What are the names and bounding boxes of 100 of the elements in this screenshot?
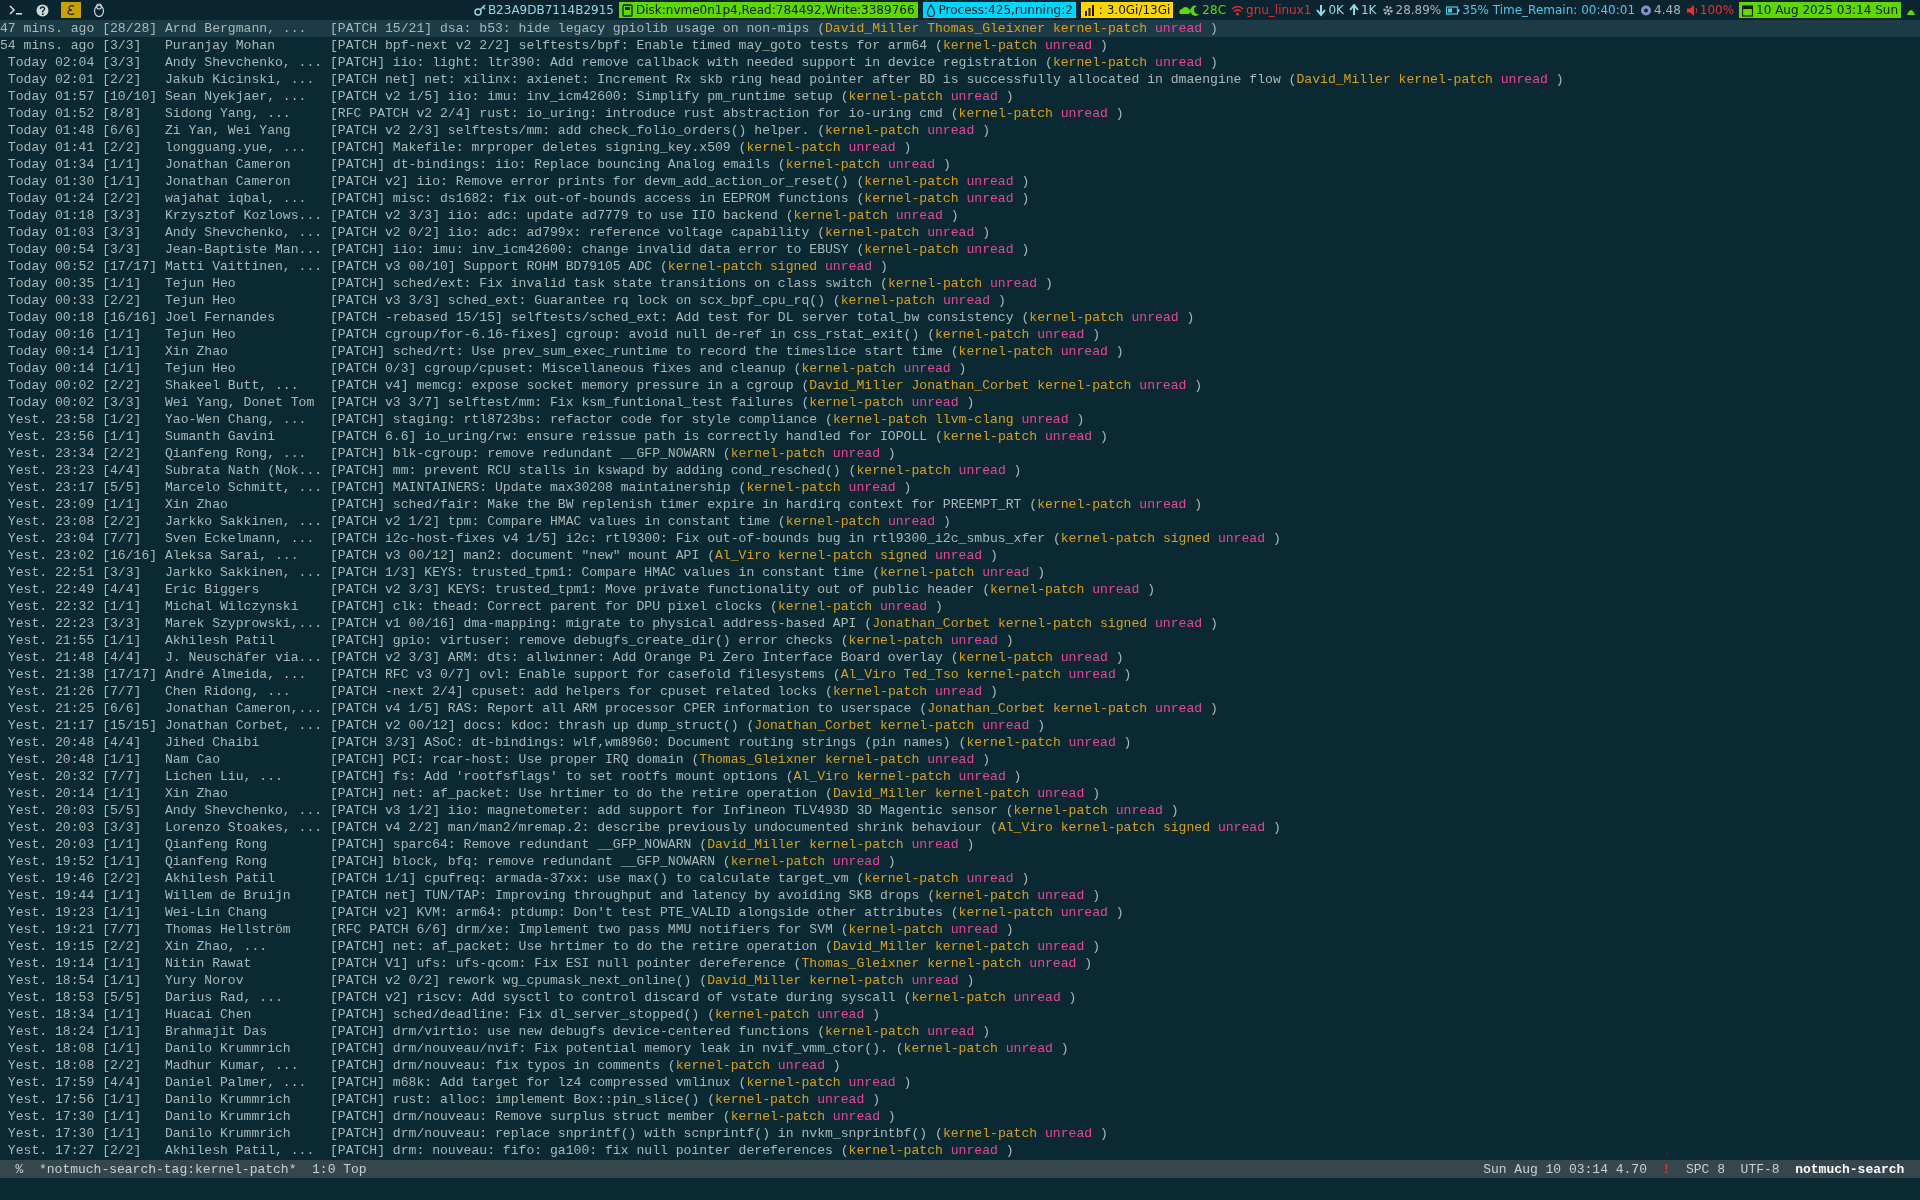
tag-label: Thomas_Gleixner	[699, 751, 818, 768]
thread-row[interactable]: Today 01:30 [1/1] Jonathan Cameron [PATCH v2] iio: Remove error prints for devm_add_action_or_reset() (kernel-patch unread )	[0, 173, 1920, 190]
thread-row[interactable]: Yest. 23:34 [2/2] Qianfeng Rong, ... [PATCH] blk-cgroup: remove redundant __GFP_NOWARN (kernel-patch unread )	[0, 445, 1920, 462]
date-text: Yest. 21:48	[6, 649, 95, 666]
date-text: Yest. 18:53	[6, 989, 95, 1006]
thread-row[interactable]: Yest. 22:51 [3/3] Jarkko Sakkinen, ... [PATCH 1/3] KEYS: trusted_tpm1: Compare HMAC values in constant time (kernel-patch unread )	[0, 564, 1920, 581]
thread-row[interactable]: Yest. 19:46 [2/2] Akhilesh Patil [PATCH 1/1] cpufreq: armada-37xx: use max() to calculate target_vm (kernel-patch unread )	[0, 870, 1920, 887]
thread-row[interactable]: Yest. 17:30 [1/1] Danilo Krummrich [PATCH] drm/nouveau: Remove surplus struct member (kernel-patch unread )	[0, 1108, 1920, 1125]
thread-row[interactable]: Yest. 17:59 [4/4] Daniel Palmer, ... [PATCH] m68k: Add target for lz4 compressed vmlinux (kernel-patch unread )	[0, 1074, 1920, 1091]
paren-text: )	[903, 139, 912, 156]
thread-row[interactable]: Today 01:03 [3/3] Andy Shevchenko, ... [PATCH v2 0/2] iio: adc: ad799x: reference voltage capability (kernel-patch unread )	[0, 224, 1920, 241]
thread-row[interactable]: 54 mins. ago [3/3] Puranjay Mohan [PATCH bpf-next v2 2/2] selftests/bpf: Enable timed may_goto tests for arm64 (kernel-patch unread )	[0, 37, 1920, 54]
paren-text: )	[1210, 20, 1218, 37]
date-text: Yest. 19:44	[6, 887, 95, 904]
thread-row[interactable]: Today 01:18 [3/3] Krzysztof Kozlows... [PATCH v2 3/3] iio: adc: update ad7779 to use IIO backend (kernel-patch unread )	[0, 207, 1920, 224]
tag-label: kernel-patch	[785, 156, 881, 173]
thread-row[interactable]: Yest. 19:23 [1/1] Wei-Lin Chang [PATCH v2] KVM: arm64: ptdump: Don't test PTE_VALID alongside other attributes (kernel-patch unread )	[0, 904, 1920, 921]
thread-row[interactable]: Yest. 19:44 [1/1] Willem de Bruijn [PATCH net] TUN/TAP: Improving throughput and latency by avoiding SKB drops (kernel-patch unread )	[0, 887, 1920, 904]
thread-row[interactable]: Yest. 23:17 [5/5] Marcelo Schmitt, ... [PATCH] MAINTAINERS: Update max30208 maintainership (kernel-patch unread )	[0, 479, 1920, 496]
thread-row[interactable]: Yest. 20:03 [1/1] Qianfeng Rong [PATCH] sparc64: Remove redundant __GFP_NOWARN (David_Miller kernel-patch unread )	[0, 836, 1920, 853]
thread-row[interactable]: Yest. 21:26 [7/7] Chen Ridong, ... [PATCH -next 2/4] cpuset: add helpers for cpuset related locks (kernel-patch unread )	[0, 683, 1920, 700]
thread-row[interactable]: Yest. 23:04 [7/7] Sven Eckelmann, ... [PATCH i2c-host-fixes v4 1/5] i2c: rtl9300: Fix out-of-bounds bug in rtl9300_i2c_smbus_xfer (kernel-patch signed unread )	[0, 530, 1920, 547]
subject-text: [PATCH v3 00/12] man2: document "new" mount API (	[330, 547, 715, 564]
thread-row[interactable]: Yest. 18:34 [1/1] Huacai Chen [PATCH] sched/deadline: Fix dl_server_stopped() (kernel-patch unread )	[0, 1006, 1920, 1023]
thread-row[interactable]: Yest. 21:17 [15/15] Jonathan Corbet, ... [PATCH v2 00/12] docs: kdoc: thrash up dump_struct() (Jonathan_Corbet kernel-patch unread )	[0, 717, 1920, 734]
thread-row[interactable]: Yest. 20:03 [3/3] Lorenzo Stoakes, ... [PATCH v4 2/2] man/man2/mremap.2: describe previously undocumented shrink behaviour (Al_Viro kernel-patch signed unread )	[0, 819, 1920, 836]
thread-row[interactable]: Yest. 23:08 [2/2] Jarkko Sakkinen, ... [PATCH v2 1/2] tpm: Compare HMAC values in constant time (kernel-patch unread )	[0, 513, 1920, 530]
thread-row[interactable]: Yest. 17:27 [2/2] Akhilesh Patil, ... [PATCH] drm: nouveau: fifo: ga100: fix null pointer dereferences (kernel-patch unread )	[0, 1142, 1920, 1159]
paren-text: )	[1210, 54, 1218, 71]
tag-label: unread	[982, 564, 1030, 581]
subject-text: [PATCH net] net: xilinx: axienet: Increment Rx skb ring head pointer after BD is successfully allocated in dmaengine flow (	[330, 71, 1297, 88]
thread-row[interactable]: Today 00:02 [2/2] Shakeel Butt, ... [PATCH v4] memcg: expose socket memory pressure in a cgroup (David_Miller Jonathan_Corbet kernel-patch unread )	[0, 377, 1920, 394]
thread-row[interactable]: Today 01:34 [1/1] Jonathan Cameron [PATCH] dt-bindings: iio: Replace bouncing Analog emails (kernel-patch unread )	[0, 156, 1920, 173]
message-count: [6/6]	[102, 700, 143, 717]
thread-row[interactable]: Yest. 18:53 [5/5] Darius Rad, ... [PATCH v2] riscv: Add sysctl to control discard of vstate during syscall (kernel-patch unread )	[0, 989, 1920, 1006]
thread-row[interactable]: Yest. 23:09 [1/1] Xin Zhao [PATCH] sched/fair: Make the BW replenish timer expire in hardirq context for PREEMPT_RT (kernel-patch unread )	[0, 496, 1920, 513]
thread-row[interactable]: Today 02:01 [2/2] Jakub Kicinski, ... [PATCH net] net: xilinx: axienet: Increment Rx skb ring head pointer after BD is successfully allocated in dmaengine flow (David_Miller kernel-patch unread )	[0, 71, 1920, 88]
thread-row[interactable]: Today 00:14 [1/1] Xin Zhao [PATCH] sched/rt: Use prev_sum_exec_runtime to record the timeslice start time (kernel-patch unread )	[0, 343, 1920, 360]
terminal-icon[interactable]	[8, 4, 24, 16]
thread-row[interactable]: Today 01:48 [6/6] Zi Yan, Wei Yang [PATCH v2 2/3] selftests/mm: add check_folio_orders() helper. (kernel-patch unread )	[0, 122, 1920, 139]
thread-row[interactable]: Yest. 18:54 [1/1] Yury Norov [PATCH v2 0/2] rework wg_cpumask_next_online() (David_Miller kernel-patch unread )	[0, 972, 1920, 989]
thread-row[interactable]: Yest. 21:48 [4/4] J. Neuschäfer via... [PATCH v2 3/3] ARM: dts: allwinner: Add Orange Pi Zero Interface Board overlay (kernel-patch unread )	[0, 649, 1920, 666]
thread-row[interactable]: Today 00:35 [1/1] Tejun Heo [PATCH] sched/ext: Fix invalid task state transitions on class switch (kernel-patch unread )	[0, 275, 1920, 292]
thread-row[interactable]: Yest. 21:38 [17/17] André Almeida, ... [PATCH RFC v3 0/7] ovl: Enable support for casefold filesystems (Al_Viro Ted_Tso kernel-patch unread )	[0, 666, 1920, 683]
thread-row[interactable]: Today 01:52 [8/8] Sidong Yang, ... [RFC PATCH v2 2/4] rust: io_uring: introduce rust abstraction for io-uring cmd (kernel-patch unread )	[0, 105, 1920, 122]
thread-row[interactable]: Yest. 20:48 [1/1] Nam Cao [PATCH] PCI: rcar-host: Use proper IRQ domain (Thomas_Gleixner kernel-patch unread )	[0, 751, 1920, 768]
thread-row[interactable]: Today 00:52 [17/17] Matti Vaittinen, ... [PATCH v3 00/10] Support ROHM BD79105 ADC (kernel-patch signed unread )	[0, 258, 1920, 275]
author-text: Marcelo Schmitt, ...	[165, 479, 324, 496]
thread-row[interactable]: Yest. 19:21 [7/7] Thomas Hellström [RFC PATCH 6/6] drm/xe: Implement two pass MMU notifiers for SVM (kernel-patch unread )	[0, 921, 1920, 938]
thread-row[interactable]: Yest. 20:48 [4/4] Jihed Chaibi [PATCH 3/3] ASoC: dt-bindings: wlf,wm8960: Document routing strings (pin names) (kernel-patch unread )	[0, 734, 1920, 751]
author-text: Madhur Kumar, ...	[165, 1057, 300, 1074]
thread-row[interactable]: Yest. 21:55 [1/1] Akhilesh Patil [PATCH] gpio: virtuser: remove debugfs_create_dir() error checks (kernel-patch unread )	[0, 632, 1920, 649]
paren-text: )	[880, 258, 888, 275]
author-text: Danilo Krummrich	[165, 1040, 292, 1057]
thread-row[interactable]: Today 00:18 [16/16] Joel Fernandes [PATCH -rebased 15/15] selftests/sched_ext: Add test for DL server total_bw consistency (kernel-patch unread )	[0, 309, 1920, 326]
subject-text: [PATCH v3 3/3] sched_ext: Guarantee rq lock on scx_bpf_cpu_rq() (	[330, 292, 841, 309]
date-text: Today 02:04	[6, 54, 95, 71]
thread-row[interactable]: Yest. 19:15 [2/2] Xin Zhao, ... [PATCH] net: af_packet: Use hrtimer to do the retire operation (David_Miller kernel-patch unread )	[0, 938, 1920, 955]
thread-row[interactable]: Today 00:54 [3/3] Jean-Baptiste Man... [PATCH] iio: imu: inv_icm42600: change invalid data error to EBUSY (kernel-patch unread )	[0, 241, 1920, 258]
thread-row[interactable]: Yest. 17:30 [1/1] Danilo Krummrich [PATCH] drm/nouveau: replace snprintf() with scnprintf() in nvkm_snprintbf() (kernel-patch unread )	[0, 1125, 1920, 1142]
thread-row[interactable]: Yest. 22:32 [1/1] Michal Wilczynski [PATCH] clk: thead: Correct parent for DPU pixel clocks (kernel-patch unread )	[0, 598, 1920, 615]
thread-row[interactable]: Yest. 23:58 [1/2] Yao-Wen Chang, ... [PATCH] staging: rtl8723bs: refactor code for style compliance (kernel-patch llvm-clang unread )	[0, 411, 1920, 428]
thread-row[interactable]: Today 01:41 [2/2] longguang.yue, ... [PATCH] Makefile: mrproper deletes signing_key.x509 (kernel-patch unread )	[0, 139, 1920, 156]
tag-label: kernel-patch	[1013, 802, 1108, 819]
thread-row[interactable]: Yest. 20:32 [7/7] Lichen Liu, ... [PATCH] fs: Add 'rootfsflags' to set rootfs mount options (Al_Viro kernel-patch unread )	[0, 768, 1920, 785]
author-text: Thomas Hellström	[165, 921, 292, 938]
thread-row[interactable]: Today 00:16 [1/1] Tejun Heo [PATCH cgroup/for-6.16-fixes] cgroup: avoid null de-ref in css_rstat_exit() (kernel-patch unread )	[0, 326, 1920, 343]
subject-text: [PATCH] sparc64: Remove redundant __GFP_NOWARN (	[330, 836, 708, 853]
thread-row[interactable]: Yest. 20:14 [1/1] Xin Zhao [PATCH] net: af_packet: Use hrtimer to do the retire operation (David_Miller kernel-patch unread )	[0, 785, 1920, 802]
thread-row[interactable]: Yest. 19:52 [1/1] Qianfeng Rong [PATCH] block, bfq: remove redundant __GFP_NOWARN (kernel-patch unread )	[0, 853, 1920, 870]
message-count: [15/15]	[102, 717, 159, 734]
thread-row[interactable]: Yest. 19:14 [1/1] Nitin Rawat [PATCH V1] ufs: ufs-qcom: Fix ESI null pointer dereference (Thomas_Gleixner kernel-patch unread )	[0, 955, 1920, 972]
thread-row[interactable]: Today 00:33 [2/2] Tejun Heo [PATCH v3 3/3] sched_ext: Guarantee rq lock on scx_bpf_cpu_rq() (kernel-patch unread )	[0, 292, 1920, 309]
thread-row[interactable]: Today 00:02 [3/3] Wei Yang, Donet Tom [PATCH v3 3/7] selftest/mm: Fix ksm_funtional_test failures (kernel-patch unread )	[0, 394, 1920, 411]
thread-row[interactable]: Today 02:04 [3/3] Andy Shevchenko, ... [PATCH] iio: light: ltr390: Add remove callback with needed support in device registration (kernel-patch unread )	[0, 54, 1920, 71]
thread-row[interactable]: Yest. 21:25 [6/6] Jonathan Cameron,... [PATCH v4 1/5] RAS: Report all ARM processor CPER information to userspace (Jonathan_Corbet kernel-patch unread )	[0, 700, 1920, 717]
workspace-icon[interactable]	[61, 2, 81, 18]
thread-row[interactable]: Yest. 23:02 [16/16] Aleksa Sarai, ... [PATCH v3 00/12] man2: document "new" mount API (Al_Viro kernel-patch signed unread )	[0, 547, 1920, 564]
date-text: Today 01:41	[6, 139, 95, 156]
message-count: [10/10]	[102, 88, 159, 105]
thread-row[interactable]: Yest. 22:49 [4/4] Eric Biggers [PATCH v2 3/3] KEYS: trusted_tpm1: Move private functionality out of public header (kernel-patch unread )	[0, 581, 1920, 598]
thread-row[interactable]: Yest. 23:56 [1/1] Sumanth Gavini [PATCH 6.6] io_uring/rw: ensure reissue path is correctly handled for IOPOLL (kernel-patch unread )	[0, 428, 1920, 445]
thread-row[interactable]: 47 mins. ago [28/28] Arnd Bergmann, ... [PATCH 15/21] dsa: b53: hide legacy gpiolib usage on non-mips (David_Miller Thomas_Gleixner kernel-patch unread )	[0, 20, 1920, 37]
message-count: [2/2]	[102, 292, 143, 309]
thread-row[interactable]: Today 01:57 [10/10] Sean Nyekjaer, ... [PATCH v2 1/5] iio: imu: inv_icm42600: Simplify pm_runtime setup (kernel-patch unread )	[0, 88, 1920, 105]
status-badge: 10 Aug 2025 03:14 Sun	[1739, 2, 1901, 18]
thread-row[interactable]: Yest. 17:56 [1/1] Danilo Krummrich [PATCH] rust: alloc: implement Box::pin_slice() (kernel-patch unread )	[0, 1091, 1920, 1108]
subject-text: [PATCH] gpio: virtuser: remove debugfs_create_dir() error checks (	[330, 632, 849, 649]
thread-row[interactable]: Yest. 22:23 [3/3] Marek Szyprowski,... [PATCH v1 00/16] dma-mapping: migrate to physical address-based API (Jonathan_Corbet kernel-patch signed unread )	[0, 615, 1920, 632]
thread-row[interactable]: Today 01:24 [2/2] wajahat iqbal, ... [PATCH] misc: ds1682: fix out-of-bounds access in EEPROM functions (kernel-patch unread )	[0, 190, 1920, 207]
thread-row[interactable]: Yest. 18:08 [1/1] Danilo Krummrich [PATCH] drm/nouveau/nvif: Fix potential memory leak in nvif_vmm_ctor(). (kernel-patch unread )	[0, 1040, 1920, 1057]
thread-row[interactable]: Yest. 23:23 [4/4] Subrata Nath (Nok... [PATCH] mm: prevent RCU stalls in kswapd by adding cond_resched() (kernel-patch unread )	[0, 462, 1920, 479]
thread-row[interactable]: Yest. 18:24 [1/1] Brahmajit Das [PATCH] drm/virtio: use new debugfs device-centered functions (kernel-patch unread )	[0, 1023, 1920, 1040]
thread-row[interactable]: Yest. 20:03 [5/5] Andy Shevchenko, ... [PATCH v3 1/2] iio: magnetometer: add support for Infineon TLV493D 3D Magentic sensor (kernel-patch unread )	[0, 802, 1920, 819]
thread-row[interactable]: Today 00:14 [1/1] Tejun Heo [PATCH 0/3] cgroup/cpuset: Miscellaneous fixes and cleanup (kernel-patch unread )	[0, 360, 1920, 377]
subject-text: [PATCH] drm: nouveau: fifo: ga100: fix null pointer dereferences (	[330, 1142, 849, 1159]
help-icon[interactable]	[36, 3, 49, 17]
tag-label: unread	[927, 224, 975, 241]
date-text: Today 01:18	[6, 207, 95, 224]
thread-row[interactable]: Yest. 18:08 [2/2] Madhur Kumar, ... [PATCH] drm/nouveau: fix typos in comments (kernel-patch unread )	[0, 1057, 1920, 1074]
